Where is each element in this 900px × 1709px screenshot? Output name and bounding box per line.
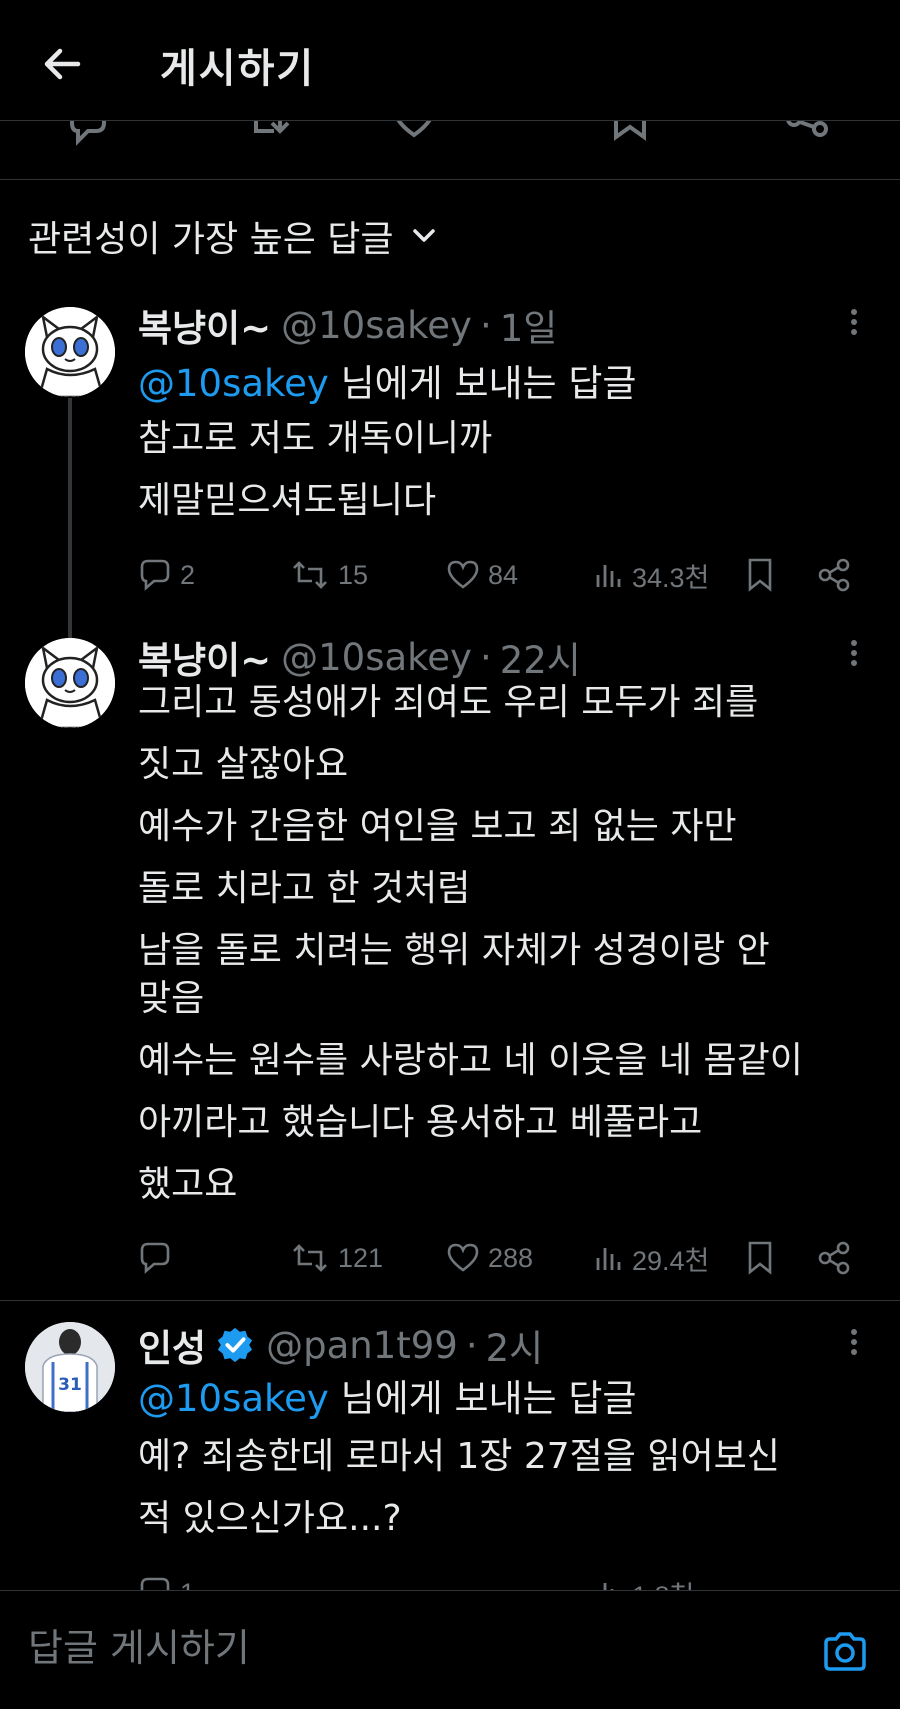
reply-composer: 답글 게시하기 <box>0 1590 900 1709</box>
top-bar: 게시하기 <box>0 0 900 121</box>
views-button[interactable]: 29.4천 <box>594 1233 709 1283</box>
tweet-line: 예수는 원수를 사랑하고 네 이웃을 네 몸같이 <box>138 1040 803 1081</box>
reply-sort-label: 관련성이 가장 높은 답글 <box>28 219 394 260</box>
share-button[interactable] <box>816 550 852 600</box>
reply-icon <box>140 559 170 591</box>
retweet-button[interactable]: 121 <box>290 1233 383 1283</box>
tweet-line: 예? 죄송한데 로마서 1장 27절을 읽어보신 <box>138 1436 780 1477</box>
share-icon <box>818 558 850 592</box>
tweet-line: 제말믿으셔도됩니다 <box>138 480 437 521</box>
verified-badge-icon <box>217 1327 253 1363</box>
reply-button[interactable]: 2 <box>138 550 195 600</box>
bookmark-button[interactable] <box>746 550 774 600</box>
share-button[interactable] <box>816 1233 852 1283</box>
retweet-count: 121 <box>338 1242 384 1273</box>
tweet-header: 인성 @pan1t99 · 2시 <box>138 1318 543 1372</box>
view-count: 34.3천 <box>632 562 710 593</box>
tweet-header: 복냥이~ @10sakey · 1일 <box>138 298 557 352</box>
reply-sort-selector[interactable]: 관련성이 가장 높은 답글 <box>28 210 436 262</box>
retweet-button[interactable]: 15 <box>290 550 368 600</box>
retweet-icon[interactable] <box>250 121 294 151</box>
tweet-text: 예? 죄송한데 로마서 1장 27절을 읽어보신 적 있으신가요...? <box>138 1426 883 1550</box>
tweet-line: 적 있으신가요...? <box>138 1498 402 1539</box>
display-name[interactable]: 인성 <box>138 1318 206 1372</box>
jersey-number: 31 <box>58 1375 82 1395</box>
user-handle[interactable]: @10sakey <box>281 304 472 347</box>
reply-icon <box>140 1242 170 1274</box>
like-button[interactable]: 288 <box>446 1233 533 1283</box>
like-count: 84 <box>488 559 519 590</box>
player-avatar-icon: 31 <box>25 1322 115 1412</box>
tweet-line: 그리고 동성애가 죄여도 우리 모두가 죄를 <box>138 682 759 723</box>
bookmark-icon <box>748 1241 772 1275</box>
more-options-icon[interactable] <box>845 636 863 676</box>
tweet-line: 예수가 간음한 여인을 보고 죄 없는 자만 <box>138 806 737 847</box>
retweet-icon <box>293 1244 327 1272</box>
replying-to: @10sakey 님에게 보내는 답글 <box>138 353 636 407</box>
bookmark-icon[interactable] <box>610 121 650 151</box>
heart-icon <box>447 560 479 589</box>
tweet-text: 참고로 저도 개독이니까 제말믿으셔도됩니다 <box>138 408 883 532</box>
tweet-actions: 2 15 84 34.3천 <box>138 550 878 600</box>
like-icon[interactable] <box>390 121 438 151</box>
divider <box>0 1300 900 1301</box>
tweet-line: 했고요 <box>138 1164 238 1205</box>
cat-avatar-icon <box>25 307 115 397</box>
more-options-icon[interactable] <box>845 1325 863 1365</box>
bookmark-icon <box>748 558 772 592</box>
page-title: 게시하기 <box>160 46 316 92</box>
separator-dot: · <box>479 303 492 347</box>
chevron-down-icon <box>412 229 435 242</box>
mention-link[interactable]: @10sakey <box>138 362 329 405</box>
tweet-line: 아끼라고 했습니다 용서하고 베풀라고 <box>138 1102 703 1143</box>
user-handle[interactable]: @pan1t99 <box>266 1324 458 1367</box>
heart-icon <box>447 1243 479 1272</box>
retweet-count: 15 <box>338 559 369 590</box>
more-options-icon[interactable] <box>845 305 863 345</box>
views-chart-icon <box>596 1248 621 1270</box>
parent-post-actions <box>0 121 900 180</box>
reply-input[interactable]: 답글 게시하기 <box>28 1617 250 1672</box>
tweet-line: 짓고 살잖아요 <box>138 744 349 785</box>
avatar[interactable] <box>25 307 115 397</box>
timestamp[interactable]: 2시 <box>486 1318 544 1372</box>
like-count: 288 <box>488 1242 534 1273</box>
separator-dot: · <box>465 1323 478 1367</box>
thread-connector <box>68 398 72 638</box>
views-chart-icon <box>596 565 621 587</box>
avatar[interactable] <box>25 638 115 728</box>
share-icon[interactable] <box>786 121 830 151</box>
tweet-text: 그리고 동성애가 죄여도 우리 모두가 죄를 짓고 살잖아요 예수가 간음한 여… <box>138 672 883 1216</box>
avatar[interactable]: 31 <box>25 1322 115 1412</box>
tweet-line: 돌로 치라고 한 것처럼 <box>138 868 471 909</box>
replying-to-suffix: 님에게 보내는 답글 <box>328 362 637 405</box>
timestamp[interactable]: 1일 <box>500 298 558 352</box>
back-arrow-icon[interactable] <box>38 40 86 88</box>
share-icon <box>818 1241 850 1275</box>
camera-icon[interactable] <box>822 1631 868 1673</box>
reply-button[interactable] <box>138 1233 180 1283</box>
reply-icon[interactable] <box>66 121 110 151</box>
replying-to: @10sakey 님에게 보내는 답글 <box>138 1368 636 1422</box>
tweet-actions: 121 288 29.4천 <box>138 1233 878 1283</box>
views-button[interactable]: 34.3천 <box>594 550 709 600</box>
view-count: 29.4천 <box>632 1245 710 1276</box>
reply-count: 2 <box>180 559 196 590</box>
replying-to-suffix: 님에게 보내는 답글 <box>328 1377 637 1420</box>
like-button[interactable]: 84 <box>446 550 518 600</box>
bookmark-button[interactable] <box>746 1233 774 1283</box>
retweet-icon <box>293 561 327 589</box>
tweet-line: 참고로 저도 개독이니까 <box>138 418 493 459</box>
cat-avatar-icon <box>25 638 115 728</box>
mention-link[interactable]: @10sakey <box>138 1377 329 1420</box>
display-name[interactable]: 복냥이~ <box>138 298 271 352</box>
